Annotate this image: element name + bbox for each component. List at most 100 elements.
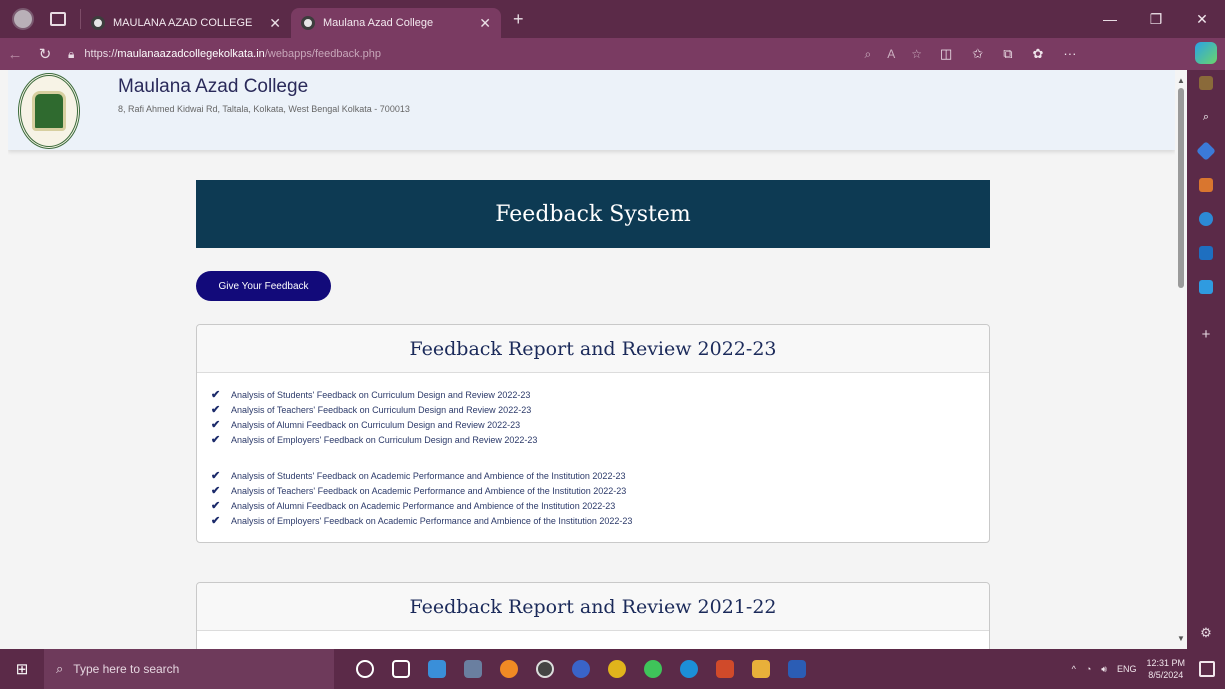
checkmark-icon: ✔ bbox=[211, 485, 221, 497]
browser-toolbar-icons: ◫ ✩ ⧉ ✿ ··· bbox=[940, 46, 1076, 62]
clock-date: 8/5/2024 bbox=[1148, 670, 1184, 680]
media-player-icon[interactable] bbox=[536, 660, 554, 678]
sidebar-settings-gear-icon[interactable]: ⚙ bbox=[1200, 625, 1212, 641]
report-link[interactable]: Analysis of Alumni Feedback on Academic … bbox=[231, 501, 615, 511]
send-icon[interactable] bbox=[1199, 280, 1213, 294]
feedback-card-2022-23: Feedback Report and Review 2022-23 ✔ Anal… bbox=[196, 324, 990, 543]
feedback-card-2021-22: Feedback Report and Review 2021-22 bbox=[196, 582, 990, 649]
checkmark-icon: ✔ bbox=[211, 434, 221, 446]
site-name: Maulana Azad College bbox=[118, 76, 309, 97]
games-icon[interactable] bbox=[1199, 212, 1213, 226]
word-icon[interactable] bbox=[788, 660, 806, 678]
site-header: Maulana Azad College 8, Rafi Ahmed Kidwa… bbox=[8, 70, 1175, 150]
report-link[interactable]: Analysis of Teachers' Feedback on Curric… bbox=[231, 405, 531, 415]
volume-icon[interactable]: 🔊︎ bbox=[1101, 664, 1107, 675]
extensions-icon[interactable]: ✿ bbox=[1033, 46, 1044, 62]
list-item[interactable]: ✔ Analysis of Teachers' Feedback on Acade… bbox=[211, 483, 973, 498]
favorite-star-icon[interactable]: ☆ bbox=[911, 47, 922, 62]
network-icon[interactable]: ◔ bbox=[1086, 664, 1091, 674]
address-bar[interactable]: 🔒︎ https:// maulanaazadcollegekolkata.in… bbox=[68, 41, 928, 67]
checkmark-icon: ✔ bbox=[211, 500, 221, 512]
card-title: Feedback Report and Review 2021-22 bbox=[197, 583, 989, 631]
list-item[interactable]: ✔ Analysis of Alumni Feedback on Academic… bbox=[211, 498, 973, 513]
browser-sidebar: ⌕ + ⚙ bbox=[1187, 70, 1225, 649]
whatsapp-icon[interactable] bbox=[644, 660, 662, 678]
more-menu-icon[interactable]: ··· bbox=[1063, 46, 1076, 62]
report-link[interactable]: Analysis of Alumni Feedback on Curriculu… bbox=[231, 420, 520, 430]
people-icon[interactable] bbox=[1199, 76, 1213, 90]
read-aloud-icon[interactable]: A bbox=[887, 47, 895, 62]
edge-icon[interactable] bbox=[680, 660, 698, 678]
cortana-icon[interactable] bbox=[356, 660, 374, 678]
browser-titlebar: MAULANA AZAD COLLEGE ✕ Maulana Azad Coll… bbox=[0, 0, 1225, 38]
scrollbar-thumb[interactable] bbox=[1178, 88, 1184, 288]
window-controls: — ❐ ✕ bbox=[1087, 0, 1225, 38]
list-item[interactable]: ✔ Analysis of Teachers' Feedback on Curri… bbox=[211, 402, 973, 417]
taskbar-search[interactable]: ⌕ Type here to search bbox=[44, 649, 334, 689]
report-link[interactable]: Analysis of Students' Feedback on Academ… bbox=[231, 471, 625, 481]
tab-maulana-azad-college-1[interactable]: MAULANA AZAD COLLEGE ✕ bbox=[81, 8, 291, 38]
give-feedback-button[interactable]: Give Your Feedback bbox=[196, 271, 331, 301]
task-view-icon[interactable] bbox=[392, 660, 410, 678]
checkmark-icon: ✔ bbox=[211, 389, 221, 401]
list-item[interactable]: ✔ Analysis of Employers' Feedback on Curr… bbox=[211, 432, 973, 447]
calculator-icon[interactable] bbox=[464, 660, 482, 678]
chrome-profile-icon[interactable] bbox=[716, 660, 734, 678]
firefox-icon[interactable] bbox=[500, 660, 518, 678]
page-scrollbar[interactable]: ▲ ▼ bbox=[1175, 70, 1187, 649]
close-tab-icon[interactable]: ✕ bbox=[479, 15, 491, 32]
chrome-icon[interactable] bbox=[608, 660, 626, 678]
refresh-icon[interactable]: ↻ bbox=[30, 45, 60, 63]
web-page: Maulana Azad College 8, Rafi Ahmed Kidwa… bbox=[8, 70, 1175, 649]
college-logo bbox=[18, 73, 80, 149]
outlook-icon[interactable] bbox=[1199, 246, 1213, 260]
report-link[interactable]: Analysis of Students' Feedback on Curric… bbox=[231, 390, 530, 400]
address-toolbar: ← ↻ 🔒︎ https:// maulanaazadcollegekolkat… bbox=[0, 38, 1225, 70]
split-screen-icon[interactable]: ◫ bbox=[940, 46, 952, 62]
copilot-icon[interactable] bbox=[1195, 42, 1217, 64]
language-indicator[interactable]: ENG bbox=[1117, 664, 1137, 674]
report-link[interactable]: Analysis of Employers' Feedback on Acade… bbox=[231, 516, 632, 526]
zoom-icon[interactable]: ⌕ bbox=[864, 47, 871, 62]
checkmark-icon: ✔ bbox=[211, 515, 221, 527]
list-item[interactable]: ✔ Analysis of Alumni Feedback on Curricul… bbox=[211, 417, 973, 432]
url-prefix: https:// bbox=[84, 48, 118, 60]
tools-briefcase-icon[interactable] bbox=[1199, 178, 1213, 192]
windows-start-icon[interactable]: ⊞ bbox=[0, 660, 44, 678]
close-window-icon[interactable]: ✕ bbox=[1179, 11, 1225, 28]
scroll-down-icon[interactable]: ▼ bbox=[1177, 634, 1185, 643]
photos-icon[interactable] bbox=[428, 660, 446, 678]
tab-actions-icon[interactable] bbox=[50, 12, 66, 26]
report-link[interactable]: Analysis of Teachers' Feedback on Academ… bbox=[231, 486, 626, 496]
search-placeholder: Type here to search bbox=[73, 662, 180, 676]
site-address: 8, Rafi Ahmed Kidwai Rd, Taltala, Kolkat… bbox=[118, 104, 410, 114]
notifications-icon[interactable] bbox=[1199, 661, 1215, 677]
profile-avatar[interactable] bbox=[12, 8, 34, 30]
close-tab-icon[interactable]: ✕ bbox=[269, 15, 281, 32]
file-explorer-icon[interactable] bbox=[752, 660, 770, 678]
minimize-icon[interactable]: — bbox=[1087, 11, 1133, 27]
collections-icon[interactable]: ⧉ bbox=[1003, 46, 1012, 62]
card-body: ✔ Analysis of Students' Feedback on Curri… bbox=[197, 373, 989, 542]
list-item[interactable]: ✔ Analysis of Students' Feedback on Curri… bbox=[211, 387, 973, 402]
address-bar-actions: ⌕ A ☆ bbox=[864, 47, 928, 62]
clock[interactable]: 12:31 PM 8/5/2024 bbox=[1146, 657, 1185, 681]
tab-maulana-azad-college-2[interactable]: Maulana Azad College ✕ bbox=[291, 8, 501, 38]
windows-taskbar: ⊞ ⌕ Type here to search ^ ◔ 🔊︎ ENG 12:31… bbox=[0, 649, 1225, 689]
search-icon[interactable]: ⌕ bbox=[1199, 110, 1213, 124]
show-hidden-icons[interactable]: ^ bbox=[1072, 664, 1076, 674]
new-tab-button[interactable]: + bbox=[513, 9, 524, 30]
add-sidebar-app-icon[interactable]: + bbox=[1202, 326, 1211, 343]
report-link[interactable]: Analysis of Employers' Feedback on Curri… bbox=[231, 435, 537, 445]
favorites-icon[interactable]: ✩ bbox=[972, 46, 983, 62]
shopping-tag-icon[interactable] bbox=[1196, 141, 1216, 161]
list-item[interactable]: ✔ Analysis of Students' Feedback on Acade… bbox=[211, 468, 973, 483]
site-favicon-icon bbox=[301, 16, 315, 30]
list-item[interactable]: ✔ Analysis of Employers' Feedback on Acad… bbox=[211, 513, 973, 528]
back-icon[interactable]: ← bbox=[0, 46, 30, 63]
scroll-up-icon[interactable]: ▲ bbox=[1177, 76, 1185, 85]
lock-icon[interactable]: 🔒︎ bbox=[68, 47, 74, 62]
music-icon[interactable] bbox=[572, 660, 590, 678]
restore-icon[interactable]: ❐ bbox=[1133, 11, 1179, 28]
